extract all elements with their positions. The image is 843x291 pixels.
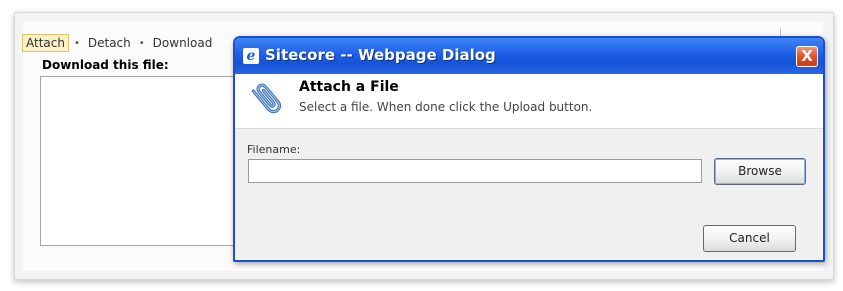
screenshot-frame: Attach • Detach • Download Download this…: [0, 0, 843, 291]
cancel-button[interactable]: Cancel: [703, 225, 796, 252]
attach-file-dialog: e Sitecore -- Webpage Dialog X Attach a …: [233, 36, 825, 262]
dialog-header-title: Attach a File: [299, 79, 399, 95]
attachment-toolbar: Attach • Detach • Download: [22, 33, 215, 53]
browse-button[interactable]: Browse: [714, 158, 806, 185]
toolbar-separator: •: [138, 37, 145, 49]
dialog-header: Attach a File Select a file. When done c…: [235, 74, 823, 128]
filename-label: Filename:: [247, 143, 301, 156]
download-button[interactable]: Download: [150, 35, 216, 51]
attach-button[interactable]: Attach: [22, 34, 69, 52]
dialog-header-subtitle: Select a file. When done click the Uploa…: [299, 100, 593, 114]
filename-input[interactable]: [248, 159, 702, 183]
file-preview-box: [40, 76, 245, 246]
dialog-title: Sitecore -- Webpage Dialog: [265, 46, 496, 64]
toolbar-separator: •: [73, 37, 80, 49]
dialog-titlebar[interactable]: e Sitecore -- Webpage Dialog X: [235, 38, 823, 74]
close-button[interactable]: X: [796, 46, 818, 67]
divider: [780, 28, 781, 36]
ie-page-icon: e: [243, 48, 259, 64]
detach-button[interactable]: Detach: [85, 35, 134, 51]
paperclip-icon: [251, 83, 282, 114]
dialog-body: Filename: Browse Cancel: [235, 128, 823, 260]
download-field-label: Download this file:: [42, 58, 169, 72]
